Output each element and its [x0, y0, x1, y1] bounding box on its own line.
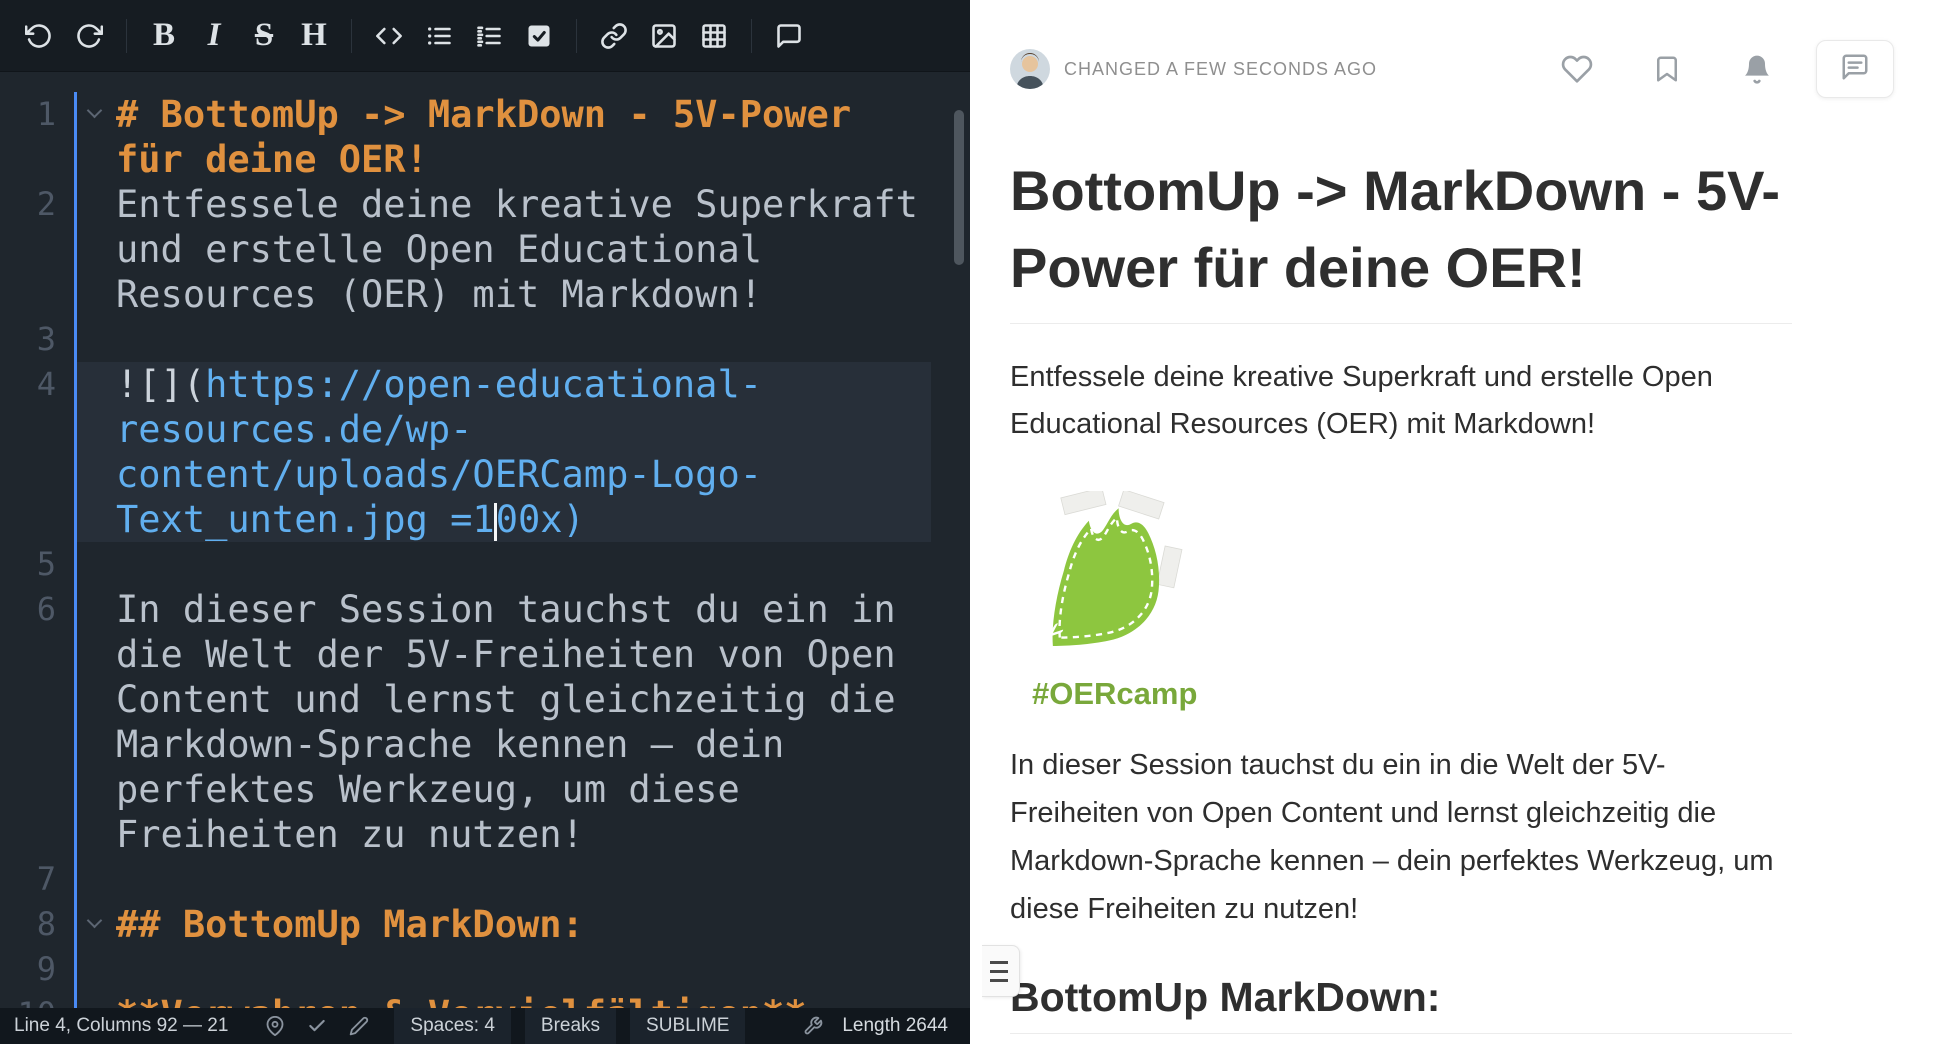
- menu-handle-icon: [990, 961, 1008, 964]
- editor-status-bar: Line 4, Columns 92 — 21 Spaces: 4 Breaks…: [0, 1008, 970, 1044]
- editor-line-active: 4 ![](https://open-educational-resources…: [0, 362, 970, 542]
- logo-caption: #OERcamp: [1032, 676, 1250, 712]
- line-number: 7: [0, 857, 74, 902]
- document-title: BottomUp -> MarkDown - 5V-Power für dein…: [1010, 152, 1792, 324]
- line-text: ## BottomUp MarkDown:: [116, 903, 584, 946]
- heading-icon: H: [301, 19, 327, 52]
- paragraph: In dieser Session tauchst du ein in die …: [1010, 742, 1792, 933]
- italic-button[interactable]: I: [189, 11, 239, 61]
- last-changed-label: CHANGED A FEW SECONDS AGO: [1064, 59, 1377, 80]
- redo-button[interactable]: [64, 11, 114, 61]
- editor-line: 10 **Verwahren & Vervielfältigen**: [0, 992, 970, 1008]
- undo-icon: [25, 22, 53, 50]
- code-icon: [374, 22, 404, 50]
- spaces-toggle[interactable]: Spaces: 4: [394, 1008, 511, 1044]
- menu-handle-icon: [990, 979, 1008, 982]
- fold-chevron-icon[interactable]: [87, 103, 103, 119]
- line-text: Entfessele deine kreative Superkraft und…: [116, 183, 940, 316]
- open-comments-button[interactable]: [1816, 40, 1894, 98]
- line-number: 9: [0, 947, 74, 992]
- heart-icon[interactable]: [1560, 52, 1594, 86]
- line-number: 1: [0, 92, 74, 182]
- avatar[interactable]: [1010, 49, 1050, 89]
- line-number: 5: [0, 542, 74, 587]
- menu-handle[interactable]: [982, 945, 1020, 997]
- toolbar-separator: [751, 19, 752, 53]
- heading-button[interactable]: H: [289, 11, 339, 61]
- preview-pane: CHANGED A FEW SECONDS AGO BottomUp -> Ma…: [982, 0, 1938, 1044]
- logo-flame-graphic: ✂: [1010, 491, 1210, 671]
- bullet-list-icon: [425, 22, 453, 50]
- menu-handle-icon: [990, 970, 1008, 973]
- table-button[interactable]: [689, 11, 739, 61]
- editor-line: 9: [0, 947, 970, 992]
- toolbar-separator: [351, 19, 352, 53]
- comment-bubble-icon: [1840, 52, 1870, 87]
- link-button[interactable]: [589, 11, 639, 61]
- bell-icon[interactable]: [1740, 52, 1774, 86]
- italic-icon: I: [208, 19, 221, 52]
- image-url: 00x): [496, 498, 585, 541]
- section-heading: BottomUp MarkDown:: [1010, 974, 1792, 1034]
- image-icon: [650, 22, 678, 50]
- bold-button[interactable]: B: [139, 11, 189, 61]
- wrench-icon[interactable]: [792, 1008, 834, 1044]
- line-text: **Verwahren & Vervielfältigen**: [116, 993, 807, 1008]
- editor-line: 5: [0, 542, 970, 587]
- pen-icon[interactable]: [338, 1008, 380, 1044]
- image-markdown-prefix: ![](: [116, 363, 205, 406]
- line-number: 6: [0, 587, 74, 857]
- preview-header: CHANGED A FEW SECONDS AGO: [982, 0, 1938, 116]
- image-button[interactable]: [639, 11, 689, 61]
- line-number: 8: [0, 902, 74, 947]
- pin-icon[interactable]: [254, 1008, 296, 1044]
- document-length: Length 2644: [834, 1015, 956, 1037]
- redo-icon: [75, 22, 103, 50]
- editor-line: 1 # BottomUp -> MarkDown - 5V-Power für …: [0, 92, 970, 182]
- code-button[interactable]: [364, 11, 414, 61]
- cursor-position: Line 4, Columns 92 — 21: [14, 1015, 254, 1037]
- code-editor[interactable]: 1 # BottomUp -> MarkDown - 5V-Power für …: [0, 72, 970, 1008]
- fold-chevron-icon[interactable]: [87, 913, 103, 929]
- line-number: 10: [0, 992, 74, 1008]
- toolbar-separator: [576, 19, 577, 53]
- oercamp-logo-image: ✂ #OERcamp: [1010, 491, 1250, 712]
- check-icon[interactable]: [296, 1008, 338, 1044]
- preview-actions: [1504, 40, 1894, 98]
- line-number: 2: [0, 182, 74, 317]
- comment-button[interactable]: [764, 11, 814, 61]
- editor-line: 7: [0, 857, 970, 902]
- editor-line: 6 In dieser Session tauchst du ein in di…: [0, 587, 970, 857]
- rendered-document: BottomUp -> MarkDown - 5V-Power für dein…: [982, 152, 1792, 1034]
- checklist-button[interactable]: [514, 11, 564, 61]
- checkbox-icon: [525, 22, 553, 50]
- undo-button[interactable]: [14, 11, 64, 61]
- image-url: https://open-educational-resources.de/wp…: [116, 363, 762, 541]
- breaks-toggle[interactable]: Breaks: [525, 1008, 616, 1044]
- comment-icon: [775, 22, 803, 50]
- strikethrough-button[interactable]: S: [239, 11, 289, 61]
- ordered-list-button[interactable]: [464, 11, 514, 61]
- line-text: In dieser Session tauchst du ein in die …: [116, 588, 918, 856]
- editor-toolbar: B I S H: [0, 0, 970, 72]
- bold-icon: B: [153, 19, 175, 52]
- line-number: 3: [0, 317, 74, 362]
- editor-line: 8 ## BottomUp MarkDown:: [0, 902, 970, 947]
- line-number: 4: [0, 362, 74, 542]
- toolbar-separator: [126, 19, 127, 53]
- editor-pane: B I S H 1 #: [0, 0, 970, 1044]
- table-icon: [700, 22, 728, 50]
- editor-line: 3: [0, 317, 970, 362]
- keymap-toggle[interactable]: SUBLIME: [630, 1008, 745, 1044]
- link-icon: [600, 22, 628, 50]
- bookmark-icon[interactable]: [1650, 52, 1684, 86]
- strikethrough-icon: S: [255, 19, 273, 52]
- paragraph: Entfessele deine kreative Superkraft und…: [1010, 354, 1792, 450]
- bullet-list-button[interactable]: [414, 11, 464, 61]
- line-text: # BottomUp -> MarkDown - 5V-Power für de…: [116, 93, 873, 181]
- editor-line: 2 Entfessele deine kreative Superkraft u…: [0, 182, 970, 317]
- ordered-list-icon: [475, 22, 503, 50]
- editor-scrollbar[interactable]: [954, 110, 964, 265]
